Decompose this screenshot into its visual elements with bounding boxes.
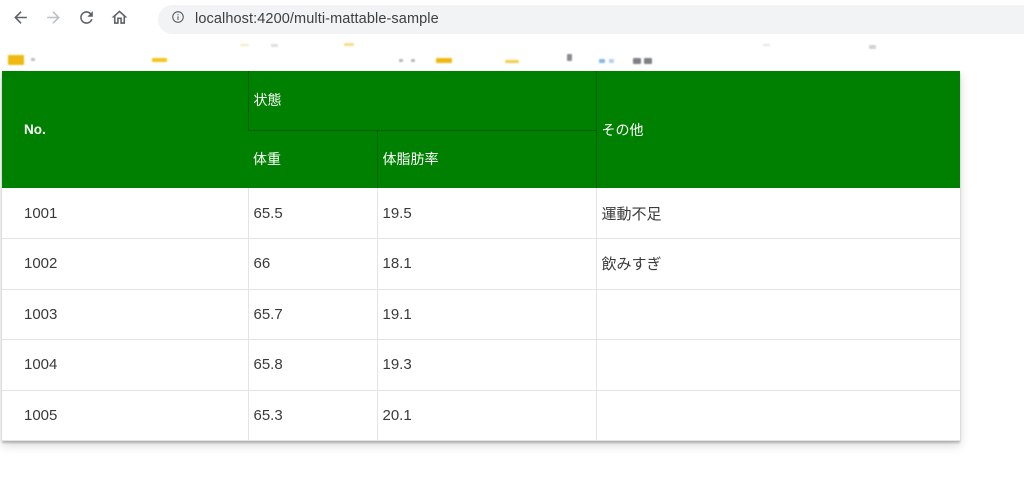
- back-button[interactable]: [10, 9, 30, 29]
- header-cell-status-group: 状態: [247, 71, 596, 131]
- cell-other: 運動不足: [595, 188, 960, 239]
- bookmark-remnant[interactable]: [31, 58, 35, 61]
- table-row: 1003 65.7 19.1: [2, 289, 960, 340]
- bookmark-remnant[interactable]: [869, 45, 876, 49]
- bookmark-remnant[interactable]: [411, 59, 415, 62]
- cell-other: [595, 289, 960, 340]
- cell-no: 1002: [2, 238, 248, 290]
- bookmark-remnant[interactable]: [567, 54, 572, 61]
- cell-bodyfat: 20.1: [376, 390, 596, 441]
- arrow-right-icon: [44, 8, 63, 30]
- cell-no: 1004: [2, 339, 248, 391]
- cell-weight: 66: [247, 238, 377, 290]
- cell-bodyfat: 19.1: [376, 289, 596, 340]
- bookmark-remnant[interactable]: [633, 58, 641, 64]
- cell-bodyfat: 19.5: [376, 188, 596, 239]
- home-icon: [110, 8, 129, 30]
- table-body: 1001 65.5 19.5 運動不足 1002 66 18.1 飲みすぎ 10…: [2, 188, 960, 441]
- cell-no: 1005: [2, 390, 248, 441]
- bookmark-remnant[interactable]: [644, 58, 652, 64]
- table-row: 1005 65.3 20.1: [2, 390, 960, 441]
- bookmark-remnant[interactable]: [344, 43, 354, 46]
- cell-bodyfat: 18.1: [376, 238, 596, 290]
- bookmark-remnant[interactable]: [609, 59, 614, 63]
- table-row: 1002 66 18.1 飲みすぎ: [2, 238, 960, 290]
- header-cell-other: その他: [595, 71, 960, 188]
- bookmark-folder-icon[interactable]: [8, 55, 24, 65]
- cell-bodyfat: 19.3: [376, 339, 596, 391]
- cell-weight: 65.5: [247, 188, 377, 239]
- refresh-icon: [77, 8, 96, 30]
- table-row: 1004 65.8 19.3: [2, 339, 960, 391]
- forward-button[interactable]: [43, 9, 63, 29]
- cell-weight: 65.7: [247, 289, 377, 340]
- cell-other: [595, 339, 960, 391]
- header-cell-no: No.: [2, 71, 248, 188]
- cell-no: 1001: [2, 188, 248, 239]
- page-content: No. 状態 その他 体重 体脂肪率 1001 65.5 19.5 運動不足 1…: [2, 71, 1024, 441]
- bookmarks-bar: [0, 38, 1024, 71]
- table-header: No. 状態 その他 体重 体脂肪率: [2, 71, 960, 188]
- reload-button[interactable]: [76, 9, 96, 29]
- bookmark-remnant[interactable]: [399, 59, 403, 62]
- cell-weight: 65.8: [247, 339, 377, 391]
- cell-no: 1003: [2, 289, 248, 340]
- bookmark-folder-icon[interactable]: [436, 58, 452, 63]
- bookmark-folder-icon[interactable]: [152, 58, 167, 62]
- bookmark-remnant[interactable]: [505, 60, 519, 63]
- bookmark-remnant[interactable]: [271, 44, 278, 47]
- info-circle-icon[interactable]: [171, 10, 185, 29]
- cell-other: 飲みすぎ: [595, 238, 960, 290]
- bookmark-remnant[interactable]: [599, 59, 605, 63]
- address-bar[interactable]: localhost:4200/multi-mattable-sample: [158, 4, 1024, 34]
- cell-weight: 65.3: [247, 390, 377, 441]
- home-button[interactable]: [109, 9, 129, 29]
- table-row: 1001 65.5 19.5 運動不足: [2, 188, 960, 239]
- arrow-left-icon: [11, 8, 30, 30]
- health-data-table: No. 状態 その他 体重 体脂肪率 1001 65.5 19.5 運動不足 1…: [2, 71, 960, 441]
- url-text[interactable]: localhost:4200/multi-mattable-sample: [195, 11, 439, 27]
- bookmark-remnant[interactable]: [763, 44, 770, 46]
- browser-toolbar: localhost:4200/multi-mattable-sample: [0, 0, 1024, 38]
- cell-other: [595, 390, 960, 441]
- bookmark-remnant[interactable]: [240, 44, 249, 46]
- header-cell-bodyfat: 体脂肪率: [376, 130, 596, 188]
- header-cell-weight: 体重: [248, 130, 377, 188]
